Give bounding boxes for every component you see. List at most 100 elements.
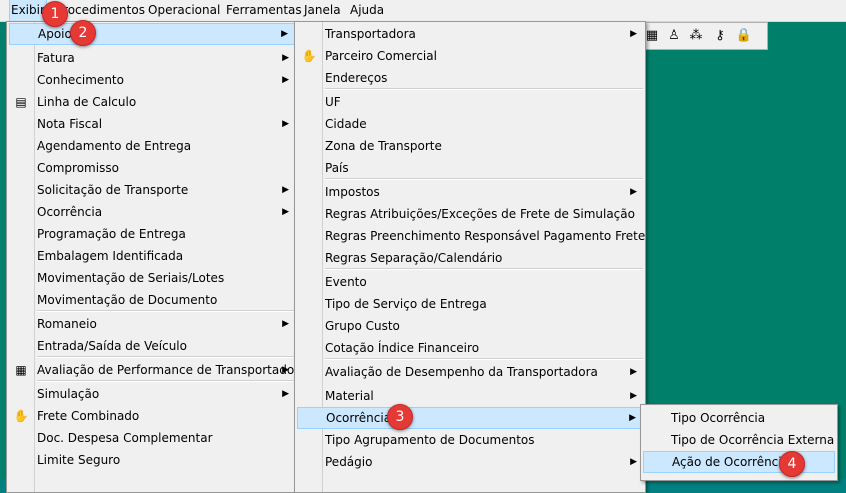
step-badge-3: 3 — [387, 404, 413, 430]
menu-item-label: Regras Separação/Calendário — [325, 251, 503, 265]
menu-exibir[interactable]: Exibir — [9, 0, 47, 22]
menu-item-ocorrencia[interactable]: Ocorrência ▶ — [9, 201, 295, 223]
menubar: Exibir Procedimentos Operacional Ferrame… — [0, 0, 846, 22]
menu-separator — [37, 310, 295, 312]
submenu-arrow-icon: ▶ — [630, 457, 637, 467]
menu-separator — [37, 356, 295, 358]
people-icon[interactable]: ⁂ — [687, 26, 705, 44]
menu-item-label: Material — [325, 389, 374, 403]
menu-item-grupo-custo[interactable]: Grupo Custo — [297, 315, 643, 337]
menu-item-label: Agendamento de Entrega — [37, 139, 192, 153]
menu-item-label: Conhecimento — [37, 73, 124, 87]
menu-item-linha-de-calculo[interactable]: ▤ Linha de Calculo — [9, 91, 295, 113]
menu-item-agendamento-de-entrega[interactable]: Agendamento de Entrega — [9, 135, 295, 157]
menu-item-label: Tipo Ocorrência — [671, 411, 766, 425]
menu-item-material[interactable]: Material ▶ — [297, 385, 643, 407]
menu-item-acao-de-ocorrencia[interactable]: Ação de Ocorrência — [643, 451, 835, 473]
key-icon[interactable]: ⚷ — [711, 26, 729, 44]
submenu-arrow-icon: ▶ — [282, 53, 289, 63]
menu-item-label: Grupo Custo — [325, 319, 400, 333]
ocorrencia-submenu: Tipo Ocorrência Tipo de Ocorrência Extern… — [640, 404, 838, 481]
menu-item-label: Cidade — [325, 117, 367, 131]
menu-item-label: Apoio — [38, 27, 72, 41]
menu-item-ocorrencia[interactable]: Ocorrência ▶ — [297, 407, 643, 429]
menu-item-nota-fiscal[interactable]: Nota Fiscal ▶ — [9, 113, 295, 135]
menu-item-label: Nota Fiscal — [37, 117, 103, 131]
menu-item-label: Romaneio — [37, 317, 97, 331]
menu-item-impostos[interactable]: Impostos ▶ — [297, 181, 643, 203]
menu-item-label: Regras Preenchimento Responsável Pagamen… — [325, 229, 646, 243]
toolbar: ▦ ♙ ⁂ ⚷ 🔒 — [640, 22, 768, 50]
menu-procedimentos[interactable]: Procedimentos — [55, 0, 146, 21]
menu-item-label: Zona de Transporte — [325, 139, 442, 153]
menu-item-doc-despesa-complementar[interactable]: Doc. Despesa Complementar — [9, 427, 295, 449]
menu-item-regras-separacao-calendario[interactable]: Regras Separação/Calendário — [297, 247, 643, 269]
menu-item-pais[interactable]: País — [297, 157, 643, 179]
menu-item-tipo-de-ocorrencia-externa[interactable]: Tipo de Ocorrência Externa — [643, 429, 835, 451]
chart-icon: ▦ — [15, 363, 27, 377]
menu-item-fatura[interactable]: Fatura ▶ — [9, 47, 295, 69]
menu-item-label: Embalagem Identificada — [37, 249, 184, 263]
menu-item-simulacao[interactable]: Simulação ▶ — [9, 383, 295, 405]
menu-item-compromisso[interactable]: Compromisso — [9, 157, 295, 179]
menu-item-frete-combinado[interactable]: ✋ Frete Combinado — [9, 405, 295, 427]
menu-item-label: Entrada/Saída de Veículo — [37, 339, 187, 353]
menu-separator — [325, 358, 643, 360]
menu-separator — [325, 178, 643, 180]
menu-item-label: Evento — [325, 275, 367, 289]
menu-item-entrada-saida-de-veiculo[interactable]: Entrada/Saída de Veículo — [9, 335, 295, 357]
menu-item-romaneio[interactable]: Romaneio ▶ — [9, 313, 295, 335]
menu-item-label: Compromisso — [37, 161, 119, 175]
menu-item-embalagem-identificada[interactable]: Embalagem Identificada — [9, 245, 295, 267]
menu-ferramentas[interactable]: Ferramentas — [225, 0, 303, 21]
menu-item-movimentacao-de-seriais-lotes[interactable]: Movimentação de Seriais/Lotes — [9, 267, 295, 289]
menu-item-movimentacao-de-documento[interactable]: Movimentação de Documento — [9, 289, 295, 311]
submenu-arrow-icon: ▶ — [282, 389, 289, 399]
menu-ajuda[interactable]: Ajuda — [349, 0, 385, 21]
menu-item-enderecos[interactable]: Endereços — [297, 67, 643, 89]
submenu-arrow-icon: ▶ — [281, 29, 288, 39]
menu-item-limite-seguro[interactable]: Limite Seguro — [9, 449, 295, 471]
submenu-arrow-icon: ▶ — [630, 391, 637, 401]
menu-item-label: Avaliação de Desempenho da Transportador… — [325, 365, 598, 379]
menu-janela[interactable]: Janela — [303, 0, 342, 21]
menu-item-tipo-de-servico-de-entrega[interactable]: Tipo de Serviço de Entrega — [297, 293, 643, 315]
menu-item-evento[interactable]: Evento — [297, 271, 643, 293]
menu-item-label: Frete Combinado — [37, 409, 140, 423]
menu-item-label: Endereços — [325, 71, 388, 85]
menu-operacional[interactable]: Operacional — [147, 0, 221, 21]
step-badge-4: 4 — [779, 451, 805, 477]
submenu-arrow-icon: ▶ — [630, 29, 637, 39]
document-icon: ▤ — [15, 95, 27, 109]
menu-item-conhecimento[interactable]: Conhecimento ▶ — [9, 69, 295, 91]
menu-item-cotacao-indice-financeiro[interactable]: Cotação Índice Financeiro — [297, 337, 643, 359]
submenu-arrow-icon: ▶ — [282, 365, 289, 375]
menu-item-label: Programação de Entrega — [37, 227, 186, 241]
menu-item-label: Parceiro Comercial — [325, 49, 437, 63]
menu-item-tipo-ocorrencia[interactable]: Tipo Ocorrência — [643, 407, 835, 429]
menu-item-cidade[interactable]: Cidade — [297, 113, 643, 135]
menu-item-parceiro-comercial[interactable]: ✋ Parceiro Comercial — [297, 45, 643, 67]
person-icon[interactable]: ♙ — [665, 26, 683, 44]
menu-item-regras-atribuicoes-excecoes-de-frete-de-simulacao[interactable]: Regras Atribuições/Exceções de Frete de … — [297, 203, 643, 225]
submenu-arrow-icon: ▶ — [282, 207, 289, 217]
menu-item-programacao-de-entrega[interactable]: Programação de Entrega — [9, 223, 295, 245]
menu-item-label: Ocorrência — [326, 411, 392, 425]
menu-item-tipo-agrupamento-de-documentos[interactable]: Tipo Agrupamento de Documentos — [297, 429, 643, 451]
menu-item-solicitacao-de-transporte[interactable]: Solicitação de Transporte ▶ — [9, 179, 295, 201]
submenu-arrow-icon: ▶ — [282, 185, 289, 195]
menu-item-avaliacao-de-desempenho-da-transportadora[interactable]: Avaliação de Desempenho da Transportador… — [297, 361, 643, 383]
menu-item-pedagio[interactable]: Pedágio ▶ — [297, 451, 643, 473]
lock-icon[interactable]: 🔒 — [735, 26, 753, 44]
menu-item-label: Tipo Agrupamento de Documentos — [325, 433, 535, 447]
menu-item-label: Ação de Ocorrência — [672, 455, 789, 469]
menu-item-uf[interactable]: UF — [297, 91, 643, 113]
menu-item-label: País — [325, 161, 349, 175]
submenu-arrow-icon: ▶ — [282, 319, 289, 329]
menu-item-zona-de-transporte[interactable]: Zona de Transporte — [297, 135, 643, 157]
menu-item-label: UF — [325, 95, 341, 109]
menu-item-regras-preenchimento-responsavel-pagamento-frete-st[interactable]: Regras Preenchimento Responsável Pagamen… — [297, 225, 646, 247]
menu-item-transportadora[interactable]: Transportadora ▶ — [297, 23, 643, 45]
menu-item-label: Simulação — [37, 387, 100, 401]
menu-item-avaliacao-de-performance-de-transportadora[interactable]: ▦ Avaliação de Performance de Transportad… — [9, 359, 297, 381]
